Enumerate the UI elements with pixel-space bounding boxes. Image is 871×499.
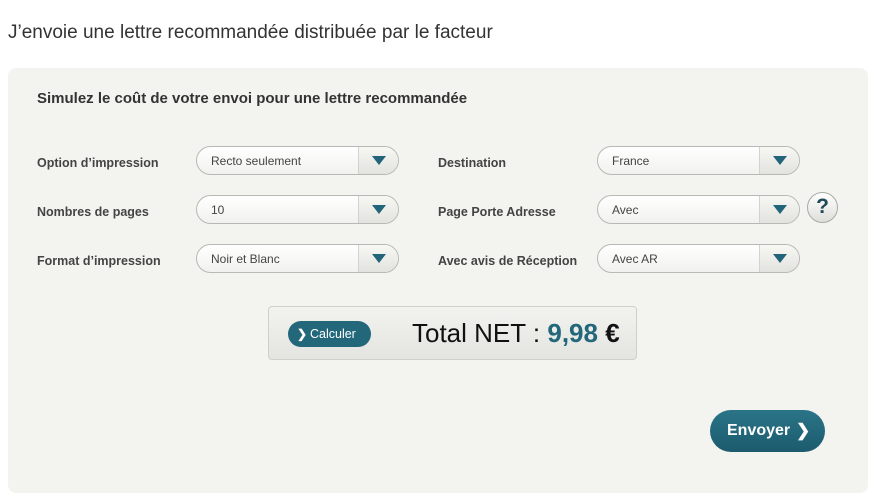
receipt-label: Avec avis de Réception bbox=[438, 254, 578, 268]
chevron-down-icon bbox=[372, 254, 386, 263]
chevron-down-icon bbox=[372, 156, 386, 165]
destination-select[interactable]: France bbox=[597, 146, 800, 175]
address-page-select[interactable]: Avec bbox=[597, 195, 800, 224]
print-option-value: Recto seulement bbox=[211, 154, 302, 168]
print-format-label: Format d’impression bbox=[37, 254, 161, 268]
print-format-value: Noir et Blanc bbox=[211, 252, 280, 266]
destination-dropdown-button[interactable] bbox=[759, 147, 799, 174]
receipt-dropdown-button[interactable] bbox=[759, 245, 799, 272]
total-box: ❯ Calculer Total NET : 9,98 € bbox=[268, 306, 637, 360]
destination-value: France bbox=[612, 154, 650, 168]
chevron-down-icon bbox=[773, 156, 787, 165]
total-amount: 9,98 bbox=[547, 318, 598, 348]
calculate-label: Calculer bbox=[310, 327, 356, 341]
send-label: Envoyer bbox=[727, 422, 791, 439]
simulator-heading: Simulez le coût de votre envoi pour une … bbox=[37, 90, 468, 107]
total-net: Total NET : 9,98 € bbox=[412, 318, 620, 349]
page-count-label: Nombres de pages bbox=[37, 205, 149, 219]
total-currency: € bbox=[605, 318, 620, 348]
total-prefix: Total NET : bbox=[412, 318, 548, 348]
print-option-dropdown-button[interactable] bbox=[358, 147, 398, 174]
simulator-panel: Simulez le coût de votre envoi pour une … bbox=[8, 68, 868, 493]
calculate-button[interactable]: ❯ Calculer bbox=[288, 321, 371, 347]
destination-label: Destination bbox=[438, 156, 507, 170]
print-format-dropdown-button[interactable] bbox=[358, 245, 398, 272]
chevron-right-icon: ❯ bbox=[297, 327, 308, 341]
receipt-select[interactable]: Avec AR bbox=[597, 244, 800, 273]
print-format-select[interactable]: Noir et Blanc bbox=[196, 244, 399, 273]
print-option-select[interactable]: Recto seulement bbox=[196, 146, 399, 175]
chevron-down-icon bbox=[773, 254, 787, 263]
chevron-right-icon: ❯ bbox=[796, 421, 811, 440]
help-button[interactable]: ? bbox=[807, 192, 838, 223]
page-count-select[interactable]: 10 bbox=[196, 195, 399, 224]
address-page-value: Avec bbox=[612, 203, 639, 217]
receipt-value: Avec AR bbox=[612, 252, 658, 266]
address-page-label: Page Porte Adresse bbox=[438, 205, 556, 219]
chevron-down-icon bbox=[773, 205, 787, 214]
page-count-value: 10 bbox=[211, 203, 225, 217]
page-count-dropdown-button[interactable] bbox=[358, 196, 398, 223]
address-page-dropdown-button[interactable] bbox=[759, 196, 799, 223]
print-option-label: Option d’impression bbox=[37, 156, 159, 170]
send-button[interactable]: Envoyer ❯ bbox=[710, 410, 825, 452]
chevron-down-icon bbox=[372, 205, 386, 214]
page-title: J’envoie une lettre recommandée distribu… bbox=[8, 22, 493, 43]
